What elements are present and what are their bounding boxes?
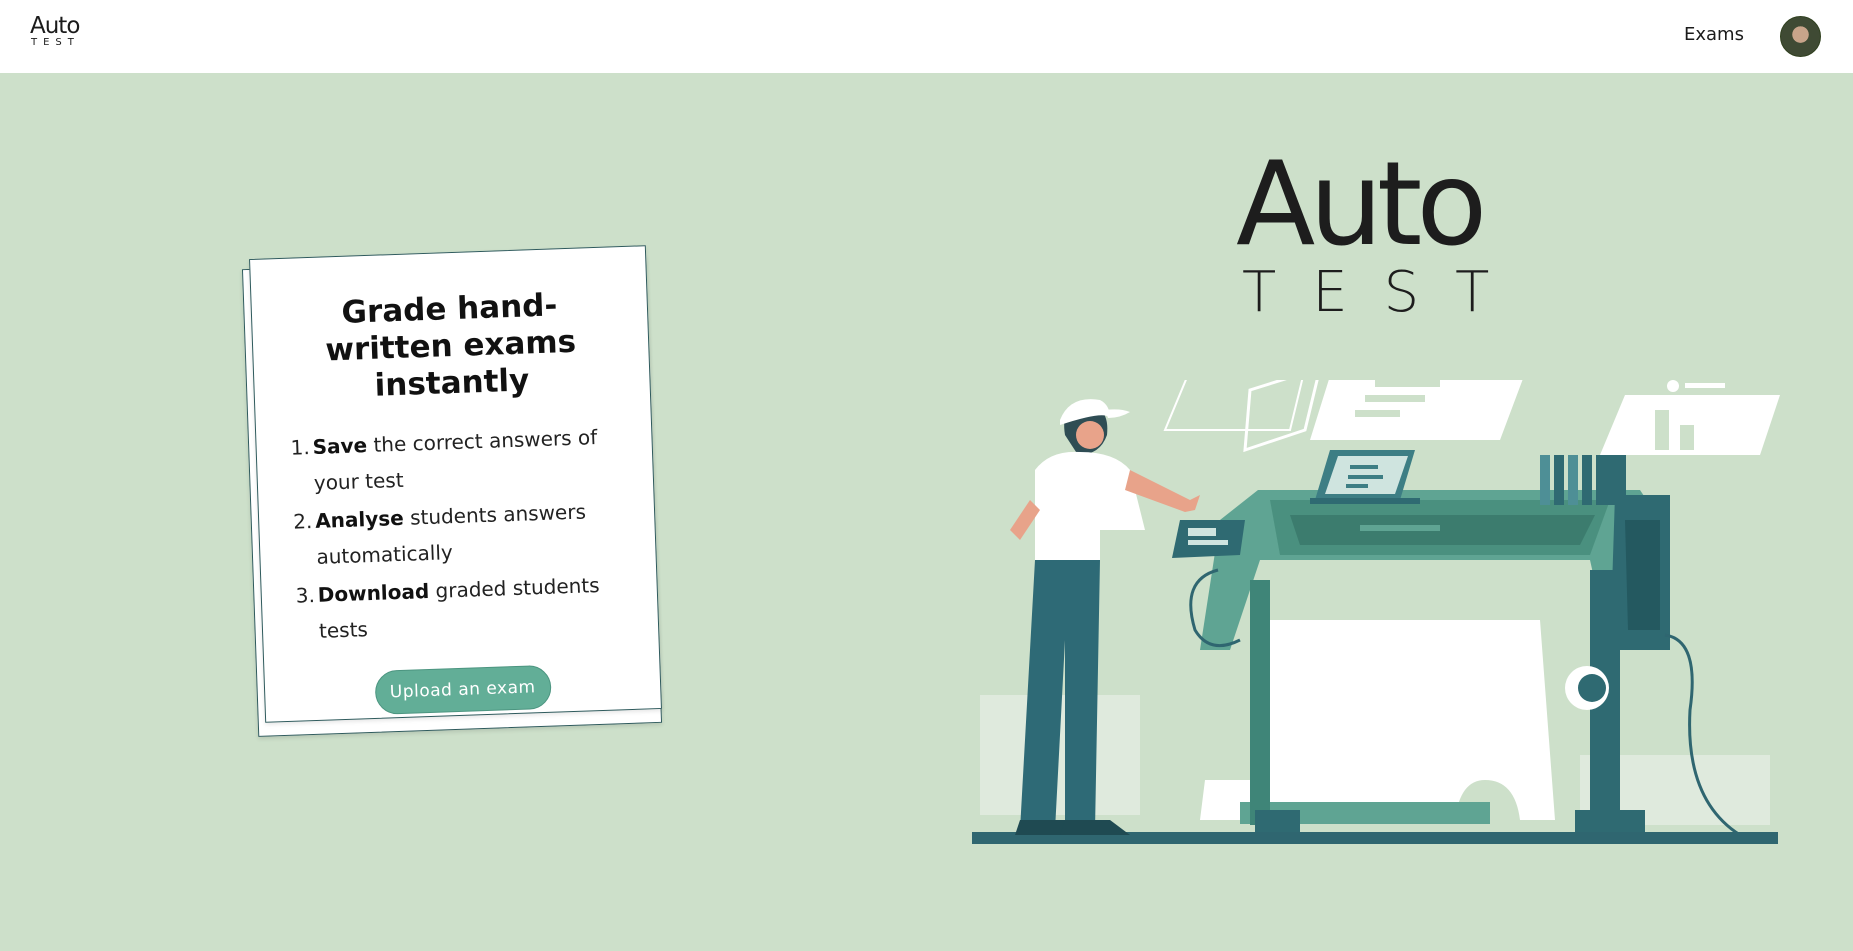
card-title: Grade hand-written exams instantly <box>324 287 577 404</box>
step-item: 3. Download graded students tests <box>295 566 624 649</box>
logo-secondary-text: TEST <box>31 37 80 48</box>
hero-brand-primary: Auto <box>1236 137 1487 272</box>
step-number: 3. <box>295 582 316 608</box>
step-item: 1. Save the correct answers of your test <box>290 418 619 501</box>
step-text: Analyse students answers automatically <box>315 492 622 575</box>
step-bold: Analyse <box>314 505 405 533</box>
logo-link[interactable]: Auto TEST <box>30 14 90 54</box>
step-bold: Download <box>317 578 430 607</box>
upload-exam-button[interactable]: Upload an exam <box>373 664 552 715</box>
avatar[interactable] <box>1780 16 1821 57</box>
hero-brand-secondary: TEST <box>1242 260 1526 325</box>
step-number: 1. <box>290 435 311 460</box>
step-text: Download graded students tests <box>317 566 624 649</box>
step-text: Save the correct answers of your test <box>312 418 619 501</box>
info-card: Grade hand-written exams instantly 1. Sa… <box>249 245 662 723</box>
top-nav-bar: Auto TEST Exams <box>0 0 1853 73</box>
step-number: 2. <box>292 509 313 534</box>
step-item: 2. Analyse students answers automaticall… <box>293 492 622 575</box>
logo-primary-text: Auto <box>30 13 80 39</box>
hero-brand-logo: Auto TEST <box>1236 146 1536 322</box>
steps-list: 1. Save the correct answers of your test… <box>290 418 624 649</box>
printer-operator-illustration <box>972 380 1780 844</box>
nav-exams-link[interactable]: Exams <box>1684 24 1744 45</box>
step-bold: Save <box>312 433 368 459</box>
